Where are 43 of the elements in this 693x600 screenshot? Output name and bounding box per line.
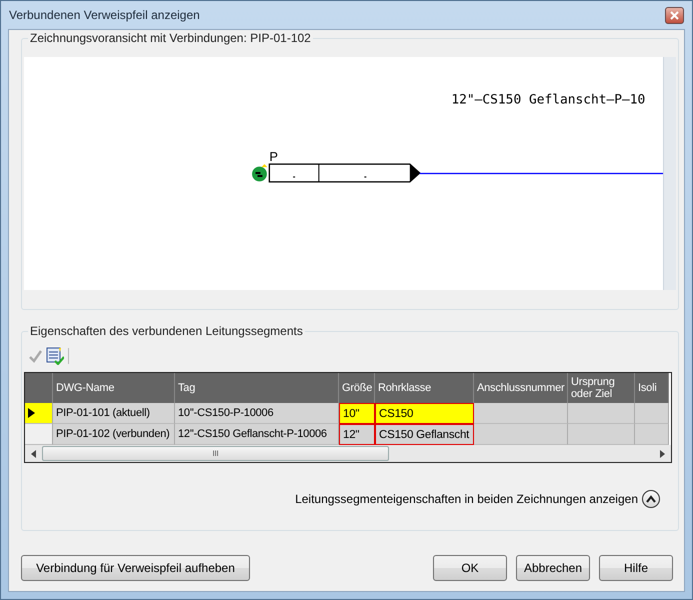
column-header[interactable]: DWG-Name [53,373,175,403]
table-cell: PIP-01-101 (aktuell) [53,403,175,424]
corner-cell [25,373,53,403]
column-header[interactable]: Rohrklasse [375,373,474,403]
dialog-button[interactable]: Abbrechen [516,555,590,581]
group-legend: Eigenschaften des verbundenen Leitungssegments [28,324,305,338]
unlink-button[interactable]: Verbindung für Verweispfeil aufheben [21,555,250,581]
pipe-label: 12"—CS150 Geflanscht—P—10 [451,92,645,108]
scroll-right-icon[interactable] [660,450,665,458]
dialog-button[interactable]: Hilfe [599,555,673,581]
table-cell: 10" [339,403,375,424]
table-cell: 12''-CS150 Geflanscht-P-10006 [175,424,339,445]
checkmark-icon[interactable] [28,349,42,363]
row-pointer-icon [28,408,35,418]
table-cell: CS150 Geflanscht [375,424,474,445]
scroll-left-icon[interactable] [31,450,36,458]
table-cell: PIP-01-102 (verbunden) [53,424,175,445]
column-header[interactable]: Ursprung oder Ziel [568,373,635,403]
close-icon[interactable] [665,6,684,24]
horizontal-scrollbar[interactable]: III [25,445,671,462]
chevron-icon [646,495,656,503]
toggle-label: Leitungssegmenteigenschaften in beiden Zeichnungen anzeigen [295,492,638,506]
table-cell [568,403,635,424]
column-header[interactable]: Anschlussnummer [474,373,568,403]
table-cell [635,403,669,424]
column-header[interactable]: Größe [339,373,375,403]
window-title: Verbundenen Verweispfeil anzeigen [8,8,200,22]
dialog-button[interactable]: OK [433,555,507,581]
table-edit-icon[interactable] [46,347,64,365]
connection-icon [252,164,268,182]
scroll-thumb[interactable]: III [42,446,389,461]
table-cell [635,424,669,445]
collapse-button[interactable] [642,490,660,508]
group-legend: Zeichnungsvoransicht mit Verbindungen: PIP-01-102 [28,31,313,45]
tag-letter: P [269,149,278,164]
column-header[interactable]: Isoli [635,373,669,403]
column-header[interactable]: Tag [175,373,339,403]
table-cell: 10''-CS150-P-10006 [175,403,339,424]
vertical-scrollbar[interactable] [663,57,676,290]
table-cell: 12" [339,424,375,445]
table-cell [568,424,635,445]
row-header[interactable] [25,403,53,424]
table-cell: CS150 [375,403,474,424]
